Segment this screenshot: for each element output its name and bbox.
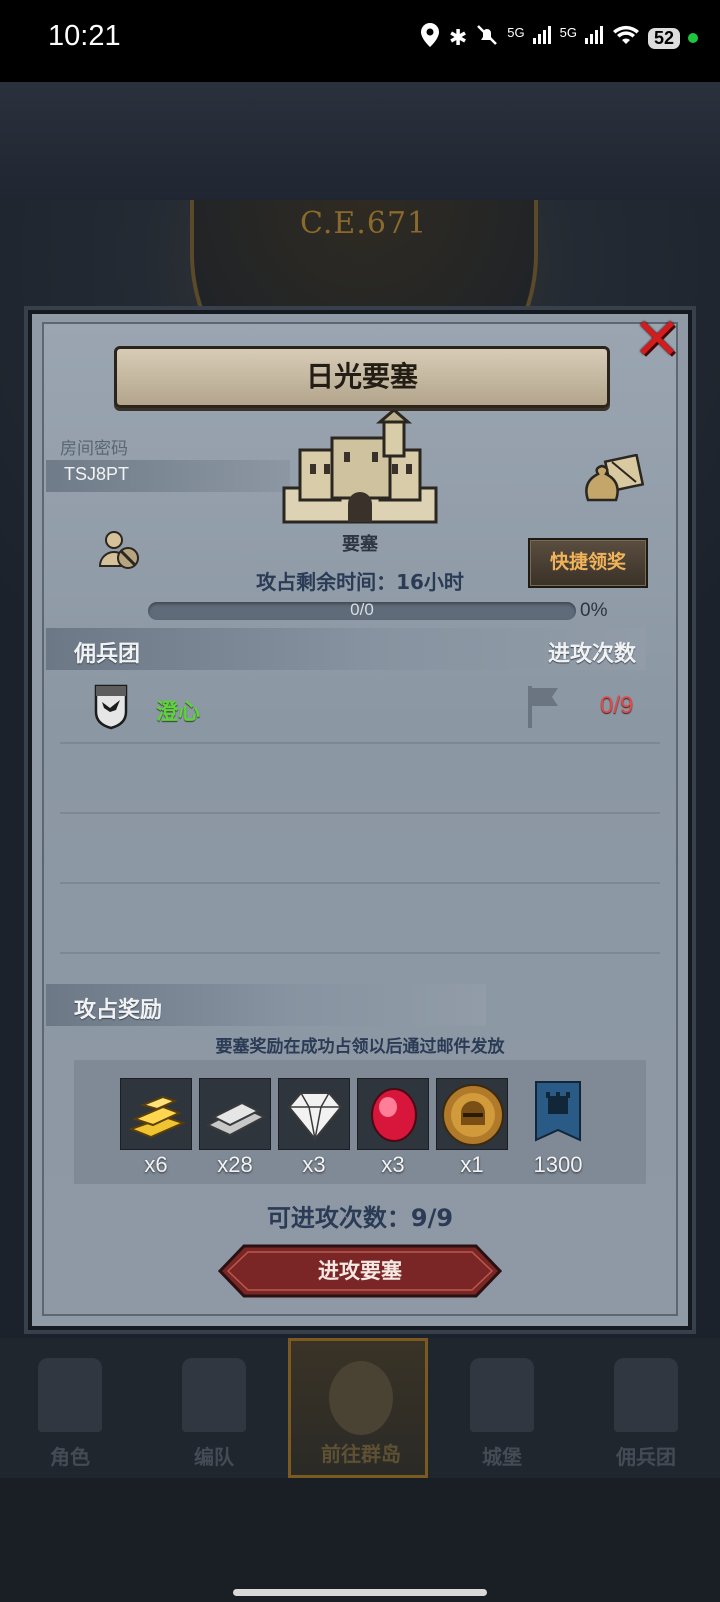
quick-claim-button[interactable]: 快捷领奖 xyxy=(528,538,648,588)
fortress-name: 要塞 xyxy=(342,534,378,555)
time-remaining: 攻占剩余时间：16小时 xyxy=(256,570,464,594)
privacy-dot-icon xyxy=(688,33,698,43)
nav-item-islands[interactable]: 前往群岛 xyxy=(288,1338,428,1478)
background-top xyxy=(0,82,720,202)
signal-label-2: 5G xyxy=(559,25,577,40)
guild-attack-count: 0/9 xyxy=(600,692,634,719)
castle-icon xyxy=(470,1358,534,1432)
signal-5g-icon-1: 5G xyxy=(507,25,551,51)
nav-label: 编队 xyxy=(194,1445,234,1469)
reward-item[interactable]: x1 xyxy=(436,1078,508,1177)
guild-banner-icon xyxy=(522,1078,594,1150)
progress-percent: 0% xyxy=(580,600,608,621)
signal-5g-icon-2: 5G xyxy=(560,25,604,51)
attack-count-header: 进攻次数 xyxy=(548,642,637,667)
guild-shield-icon xyxy=(94,684,128,730)
close-icon[interactable]: ✕ xyxy=(630,310,684,368)
reward-item[interactable]: x6 xyxy=(120,1078,192,1177)
status-time: 10:21 xyxy=(48,20,121,52)
remaining-attacks: 可进攻次数：9/9 xyxy=(266,1204,454,1232)
ruby-icon xyxy=(357,1078,429,1150)
capture-progress-bar: 0/0 xyxy=(148,600,576,620)
nav-label: 佣兵团 xyxy=(616,1445,676,1469)
reward-header: 攻占奖励 xyxy=(74,998,163,1023)
row-divider xyxy=(60,742,660,744)
dialog-title: 日光要塞 xyxy=(114,346,610,408)
attack-button-label: 进攻要塞 xyxy=(318,1259,402,1283)
gold-bar-icon xyxy=(120,1078,192,1150)
diamond-icon xyxy=(278,1078,350,1150)
knight-medal-icon xyxy=(436,1078,508,1150)
compass-icon xyxy=(329,1361,393,1435)
room-password-value: TSJ8PT xyxy=(64,464,130,484)
reward-item[interactable]: x28 xyxy=(199,1078,271,1177)
iron-ingot-icon xyxy=(199,1078,271,1150)
guild-name[interactable]: 澄心 xyxy=(156,694,200,726)
fortress-icon xyxy=(282,410,438,524)
mercenary-header: 佣兵团 xyxy=(74,642,141,667)
ship-icon xyxy=(614,1358,678,1432)
knight-icon xyxy=(38,1358,102,1432)
home-indicator[interactable] xyxy=(233,1589,487,1596)
mute-bell-icon xyxy=(475,23,499,53)
nav-item-formation[interactable]: 编队 xyxy=(144,1338,284,1478)
nav-label: 前往群岛 xyxy=(321,1442,401,1466)
loot-bag-icon[interactable] xyxy=(582,454,644,504)
flag-icon xyxy=(528,686,558,728)
nav-label: 角色 xyxy=(50,1445,90,1469)
reward-item[interactable]: x3 xyxy=(357,1078,429,1177)
reward-qty: 1300 xyxy=(533,1152,583,1177)
reward-item[interactable]: 1300 xyxy=(522,1078,594,1177)
location-icon xyxy=(419,22,441,54)
nav-item-castle[interactable]: 城堡 xyxy=(432,1338,572,1478)
reward-note: 要塞奖励在成功占领以后通过邮件发放 xyxy=(215,1037,505,1057)
helmet-icon xyxy=(182,1358,246,1432)
progress-text: 0/0 xyxy=(350,600,374,619)
reward-qty: x1 xyxy=(460,1152,484,1177)
bottom-area xyxy=(0,1478,720,1602)
reward-item[interactable]: x3 xyxy=(278,1078,350,1177)
wifi-icon xyxy=(612,24,640,52)
nav-item-mercenary[interactable]: 佣兵团 xyxy=(576,1338,716,1478)
bluetooth-icon: ✱ xyxy=(448,25,468,51)
status-icons: ✱ 5G 5G 52 xyxy=(419,22,698,54)
signal-label-1: 5G xyxy=(507,25,525,40)
room-password-label: 房间密码 xyxy=(60,439,128,459)
nav-label: 城堡 xyxy=(482,1445,522,1469)
status-bar: 10:21 ✱ 5G 5G 52 xyxy=(0,0,720,82)
row-divider xyxy=(60,812,660,814)
row-divider xyxy=(60,952,660,954)
era-label: C.E.671 xyxy=(300,206,428,241)
bottom-nav: 角色 编队 前往群岛 城堡 佣兵团 xyxy=(0,1338,720,1478)
battery-indicator: 52 xyxy=(647,27,680,49)
row-divider xyxy=(60,882,660,884)
attack-fortress-button[interactable]: 进攻要塞 xyxy=(217,1244,503,1298)
nav-item-character[interactable]: 角色 xyxy=(0,1338,140,1478)
no-entry-person-icon[interactable] xyxy=(98,528,142,572)
